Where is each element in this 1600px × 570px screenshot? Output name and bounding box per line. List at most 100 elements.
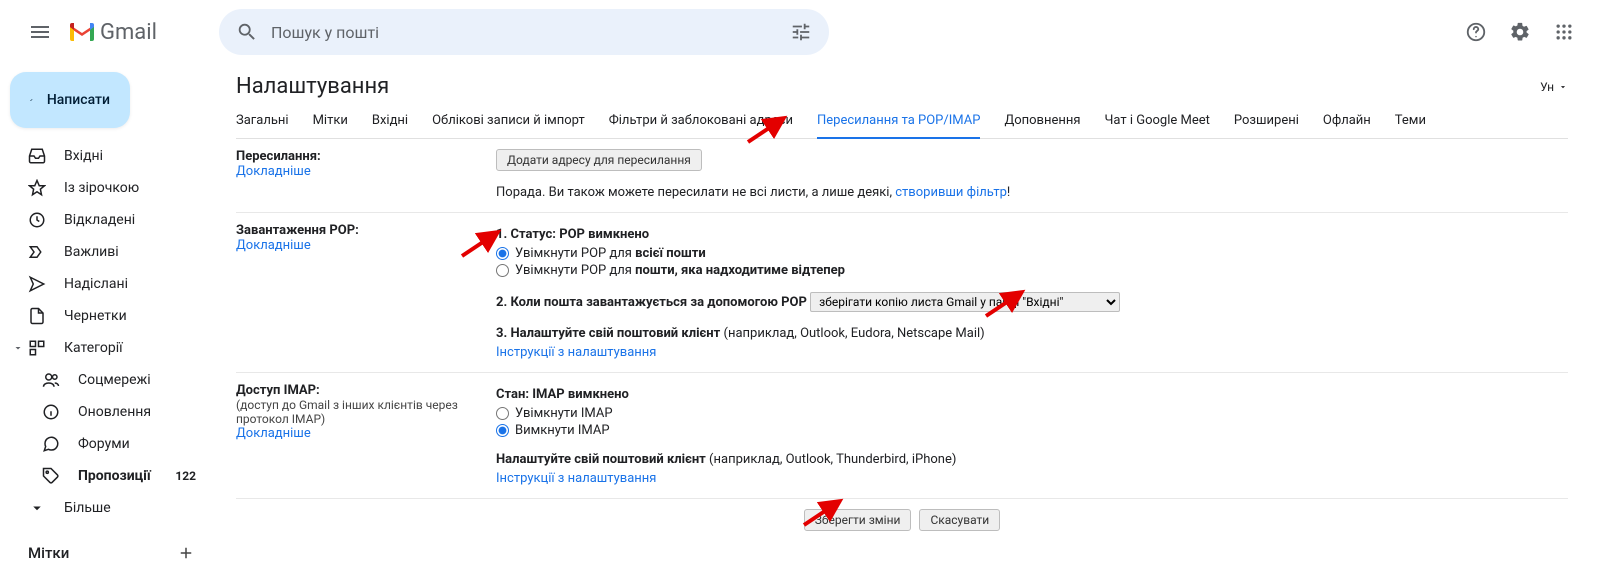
help-icon (1465, 21, 1487, 43)
help-button[interactable] (1456, 12, 1496, 52)
settings-button[interactable] (1500, 12, 1540, 52)
cancel-button[interactable]: Скасувати (919, 509, 1000, 531)
sidebar-item-promotions[interactable]: Пропозиції 122 (8, 460, 208, 492)
pencil-icon (30, 89, 33, 111)
imap-status: Стан: IMAP вимкнено (496, 387, 1568, 402)
imap-disable-option[interactable]: Вимкнути IMAP (496, 423, 1568, 438)
imap-instructions-link[interactable]: Інструкції з налаштування (496, 471, 656, 486)
category-icon (28, 339, 46, 357)
sidebar-item-drafts[interactable]: Чернетки (8, 300, 208, 332)
compose-button[interactable]: Написати (10, 72, 130, 128)
people-icon (42, 371, 60, 389)
sidebar-item-categories[interactable]: Категорії (8, 332, 208, 364)
sidebar-item-sent[interactable]: Надіслані (8, 268, 208, 300)
tag-icon (42, 467, 60, 485)
tab-chat-meet[interactable]: Чат і Google Meet (1105, 105, 1210, 138)
search-icon[interactable] (227, 12, 267, 52)
file-icon (28, 307, 46, 325)
forum-icon (42, 435, 60, 453)
imap-enable-option[interactable]: Увімкнути IMAP (496, 406, 1568, 421)
sidebar-item-social[interactable]: Соцмережі (8, 364, 208, 396)
pop-enable-new-option[interactable]: Увімкнути POP для пошти, яка надходитиме… (496, 263, 1568, 278)
hamburger-icon (28, 20, 52, 44)
imap-enable-radio[interactable] (496, 407, 509, 420)
compose-label: Написати (47, 92, 110, 108)
gmail-icon (68, 21, 96, 43)
add-forwarding-address-button[interactable]: Додати адресу для пересилання (496, 149, 702, 171)
labels-title: Мітки (28, 544, 69, 562)
forwarding-title: Пересилання: (236, 149, 476, 164)
sidebar-item-starred[interactable]: Із зірочкою (8, 172, 208, 204)
tab-offline[interactable]: Офлайн (1323, 105, 1371, 138)
gmail-logo-text: Gmail (100, 20, 157, 45)
pop-step2: 2. Коли пошта завантажується за допомого… (496, 292, 1568, 312)
star-icon (28, 179, 46, 197)
tab-labels[interactable]: Мітки (313, 105, 348, 138)
tab-accounts[interactable]: Облікові записи й імпорт (432, 105, 585, 138)
sidebar-item-forums[interactable]: Форуми (8, 428, 208, 460)
forwarding-section: Пересилання: Докладніше Додати адресу дл… (236, 139, 1568, 213)
sidebar-item-important[interactable]: Важливі (8, 236, 208, 268)
pop-section: Завантаження POP: Докладніше 1. Статус: … (236, 213, 1568, 373)
chevron-down-icon (1558, 82, 1568, 92)
add-label-button[interactable] (172, 539, 200, 567)
pop-enable-all-option[interactable]: Увімкнути POP для всієї пошти (496, 246, 1568, 261)
important-icon (28, 243, 46, 261)
search-bar[interactable] (219, 9, 829, 55)
tab-inbox[interactable]: Вхідні (372, 105, 408, 138)
tab-advanced[interactable]: Розширені (1234, 105, 1299, 138)
apps-grid-icon (1554, 22, 1574, 42)
imap-config: Налаштуйте свій поштовий клієнт (наприкл… (496, 452, 1568, 467)
pop-action-select[interactable]: зберігати копію листа Gmail у папці "Вхі… (810, 292, 1120, 312)
imap-section: Доступ IMAP: (доступ до Gmail з інших кл… (236, 373, 1568, 499)
pop-title: Завантаження POP: (236, 223, 476, 238)
forwarding-tip: Порада. Ви також можете пересилати не вс… (496, 185, 1568, 200)
badge-count: 122 (175, 469, 196, 483)
forwarding-learn-more-link[interactable]: Докладніше (236, 164, 311, 179)
imap-disable-radio[interactable] (496, 424, 509, 437)
search-options-button[interactable] (781, 12, 821, 52)
search-wrapper (219, 9, 829, 55)
imap-learn-more-link[interactable]: Докладніше (236, 426, 311, 441)
send-icon (28, 275, 46, 293)
apps-button[interactable] (1544, 12, 1584, 52)
pop-enable-new-radio[interactable] (496, 264, 509, 277)
page-title: Налаштування (236, 74, 389, 99)
pop-enable-all-radio[interactable] (496, 247, 509, 260)
gmail-logo[interactable]: Gmail (68, 20, 157, 45)
chevron-down-icon (28, 499, 46, 517)
pop-step3: 3. Налаштуйте свій поштовий клієнт (напр… (496, 326, 1568, 341)
imap-title: Доступ IMAP: (236, 383, 476, 398)
header-right (1456, 12, 1584, 52)
gear-icon (1509, 21, 1531, 43)
tab-forwarding-pop-imap[interactable]: Пересилання та POP/IMAP (817, 105, 980, 138)
sidebar-item-updates[interactable]: Оновлення (8, 396, 208, 428)
save-button[interactable]: Зберегти зміни (804, 509, 912, 531)
sidebar: Написати Вхідні Із зірочкою Відкладені В… (0, 64, 216, 541)
clock-icon (28, 211, 46, 229)
language-selector[interactable]: Ун (1540, 80, 1568, 94)
pop-status: 1. Статус: POP вимкнено (496, 227, 1568, 242)
settings-tabs: Загальні Мітки Вхідні Облікові записи й … (236, 105, 1568, 139)
info-icon (42, 403, 60, 421)
tab-filters[interactable]: Фільтри й заблоковані адреси (609, 105, 793, 138)
search-input[interactable] (267, 23, 781, 42)
pop-learn-more-link[interactable]: Докладніше (236, 238, 311, 253)
settings-main: Налаштування Ун Загальні Мітки Вхідні Об… (216, 64, 1600, 541)
inbox-icon (28, 147, 46, 165)
main-menu-button[interactable] (16, 8, 64, 56)
app-header: Gmail (0, 0, 1600, 64)
sidebar-item-snoozed[interactable]: Відкладені (8, 204, 208, 236)
create-filter-link[interactable]: створивши фільтр (895, 185, 1007, 200)
bottom-buttons: Зберегти зміни Скасувати (236, 499, 1568, 541)
tab-general[interactable]: Загальні (236, 105, 289, 138)
tab-themes[interactable]: Теми (1395, 105, 1426, 138)
imap-subtitle: (доступ до Gmail з інших клієнтів через … (236, 398, 476, 426)
sidebar-item-inbox[interactable]: Вхідні (8, 140, 208, 172)
caret-down-icon (10, 340, 26, 356)
plus-icon (177, 544, 195, 562)
sidebar-item-more[interactable]: Більше (8, 492, 208, 524)
pop-instructions-link[interactable]: Інструкції з налаштування (496, 345, 656, 360)
labels-header: Мітки (8, 536, 216, 570)
tab-addons[interactable]: Доповнення (1004, 105, 1080, 138)
